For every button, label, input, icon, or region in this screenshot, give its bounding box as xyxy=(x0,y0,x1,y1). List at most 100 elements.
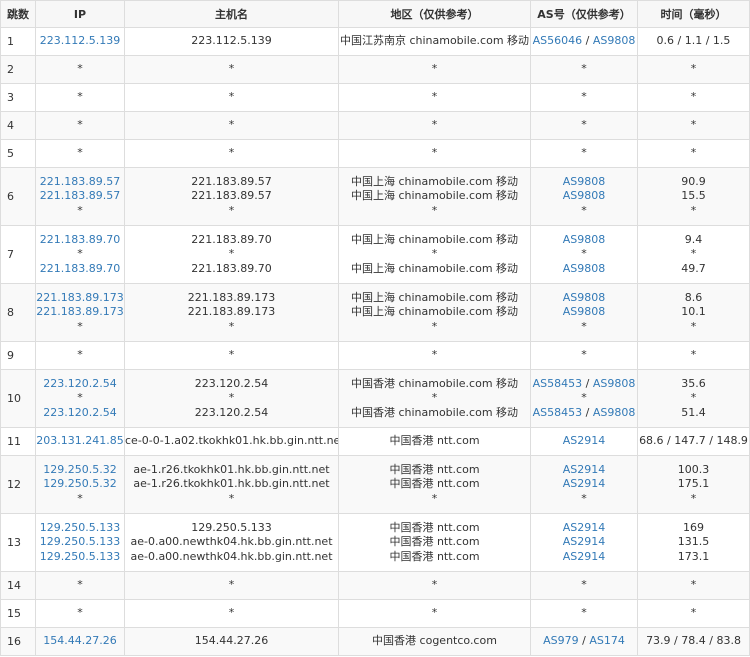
hostname-text: 221.183.89.57 xyxy=(191,174,272,188)
empty-marker: * xyxy=(228,606,235,620)
as-cell: * xyxy=(530,139,638,168)
time-cell: * xyxy=(637,139,750,168)
time-cell: 35.6 * 51.4 xyxy=(637,369,750,428)
as-cell: * xyxy=(530,55,638,84)
region-text: 中国香港 ntt.com xyxy=(389,549,480,563)
as-line: AS2914 xyxy=(532,550,637,565)
region-cell: * xyxy=(338,111,531,140)
as-cell: AS9808 AS9808 * xyxy=(530,167,638,226)
as-link[interactable]: AS9808 xyxy=(563,189,606,202)
ip-link[interactable]: 129.250.5.133 xyxy=(37,521,124,536)
empty-marker: * xyxy=(228,247,235,261)
region-text: 中国香港 ntt.com xyxy=(389,477,480,491)
hostname-text: 221.183.89.57 xyxy=(191,189,272,203)
as-cell: * xyxy=(530,111,638,140)
as-link[interactable]: AS979 xyxy=(543,634,579,647)
hostname-cell: * xyxy=(124,571,339,600)
ip-cell: 221.183.89.70 * 221.183.89.70 xyxy=(35,225,125,284)
ip-cell: 154.44.27.26 xyxy=(35,627,125,656)
ip-link[interactable]: 221.183.89.57 xyxy=(37,175,124,190)
hostname-cell: 221.183.89.57 221.183.89.57 * xyxy=(124,167,339,226)
empty-marker: * xyxy=(228,90,235,104)
empty-marker: * xyxy=(77,319,83,333)
empty-marker: * xyxy=(77,118,83,132)
ip-link[interactable]: 223.120.2.54 xyxy=(37,377,124,392)
ip-link[interactable]: 221.183.89.173 xyxy=(37,305,124,320)
time-text: 90.9 xyxy=(681,174,706,188)
as-cell: AS979 / AS174 xyxy=(530,627,638,656)
ip-link[interactable]: 221.183.89.57 xyxy=(37,189,124,204)
as-separator: / xyxy=(582,405,593,419)
ip-link[interactable]: 223.112.5.139 xyxy=(37,34,124,49)
ip-link[interactable]: 129.250.5.32 xyxy=(37,477,124,492)
hostname-cell: * xyxy=(124,341,339,370)
table-row: 16 154.44.27.26 154.44.27.26 中国香港 cogentco.… xyxy=(0,627,750,656)
column-header-as: AS号（仅供参考） xyxy=(530,0,638,28)
table-row: 7 221.183.89.70 * 221.183.89.70 221.183.89.7… xyxy=(0,225,750,284)
region-text: 中国香港 ntt.com xyxy=(389,462,480,476)
as-link[interactable]: AS58453 xyxy=(533,406,583,419)
ip-link[interactable]: 221.183.89.70 xyxy=(37,262,124,277)
hostname-text: 221.183.89.70 xyxy=(191,232,272,246)
ip-link[interactable]: 221.183.89.70 xyxy=(37,233,124,248)
region-cell: 中国上海 chinamobile.com 移动 * 中国上海 chinamobile… xyxy=(338,225,531,284)
as-line: AS56046 / AS9808 xyxy=(532,34,637,49)
region-text: 中国上海 chinamobile.com 移动 xyxy=(350,174,519,188)
as-line: * xyxy=(532,118,637,133)
hop-cell: 7 xyxy=(0,225,36,284)
as-link[interactable]: AS174 xyxy=(589,634,625,647)
ip-link[interactable]: 223.120.2.54 xyxy=(37,406,124,421)
as-line: * xyxy=(532,492,637,507)
as-link[interactable]: AS9808 xyxy=(563,175,606,188)
ip-cell: * xyxy=(35,55,125,84)
as-link[interactable]: AS2914 xyxy=(563,535,606,548)
as-link[interactable]: AS2914 xyxy=(563,463,606,476)
as-link[interactable]: AS2914 xyxy=(563,521,606,534)
ip-link[interactable]: 154.44.27.26 xyxy=(37,634,124,649)
as-link[interactable]: AS2914 xyxy=(563,477,606,490)
region-text: 中国香港 chinamobile.com 移动 xyxy=(350,376,519,390)
ip-link[interactable]: 129.250.5.133 xyxy=(37,535,124,550)
time-text: 100.3 xyxy=(677,462,710,476)
empty-marker: * xyxy=(228,146,235,160)
as-link[interactable]: AS9808 xyxy=(593,377,636,390)
as-line: AS58453 / AS9808 xyxy=(532,405,637,421)
time-text: 8.6 xyxy=(684,290,703,304)
ip-link[interactable]: 129.250.5.32 xyxy=(37,463,124,478)
empty-marker: * xyxy=(581,118,587,132)
as-link[interactable]: AS9808 xyxy=(593,34,636,47)
time-cell: * xyxy=(637,571,750,600)
as-link[interactable]: AS2914 xyxy=(563,550,606,563)
as-separator: / xyxy=(578,634,590,648)
empty-marker: * xyxy=(431,578,438,592)
as-link[interactable]: AS9808 xyxy=(563,262,606,275)
empty-marker: * xyxy=(690,62,697,76)
ip-link[interactable]: 129.250.5.133 xyxy=(37,550,124,565)
as-link[interactable]: AS58453 xyxy=(533,377,583,390)
as-line: AS9808 xyxy=(532,175,637,190)
as-link[interactable]: AS9808 xyxy=(563,233,606,246)
as-link[interactable]: AS2914 xyxy=(563,434,606,447)
column-header-hostname: 主机名 xyxy=(124,0,339,28)
table-row: 1 223.112.5.139 223.112.5.139 中国江苏南京 chinam… xyxy=(0,27,750,56)
region-cell: * xyxy=(338,83,531,112)
hop-cell: 9 xyxy=(0,341,36,370)
hostname-cell: ae-1.r26.tkokhk01.hk.bb.gin.ntt.net ae-1.… xyxy=(124,455,339,514)
as-line: AS2914 xyxy=(532,463,637,478)
table-row: 11 203.131.241.85 ce-0-0-1.a02.tkokhk01.hk… xyxy=(0,427,750,456)
ip-cell: 221.183.89.57 221.183.89.57 * xyxy=(35,167,125,226)
ip-link[interactable]: 203.131.241.85 xyxy=(37,434,124,449)
table-header-row: 跳数 IP 主机名 地区（仅供参考） AS号（仅供参考） 时间（毫秒） xyxy=(0,0,750,28)
region-text: 中国香港 ntt.com xyxy=(389,535,480,549)
as-link[interactable]: AS9808 xyxy=(593,406,636,419)
as-link[interactable]: AS56046 xyxy=(533,34,583,47)
empty-marker: * xyxy=(690,391,697,405)
hop-cell: 16 xyxy=(0,627,36,656)
as-line: * xyxy=(532,62,637,77)
empty-marker: * xyxy=(77,606,83,620)
ip-link[interactable]: 221.183.89.173 xyxy=(37,291,124,306)
as-line: AS9808 xyxy=(532,262,637,277)
as-link[interactable]: AS9808 xyxy=(563,291,606,304)
as-link[interactable]: AS9808 xyxy=(563,305,606,318)
empty-marker: * xyxy=(431,247,438,261)
